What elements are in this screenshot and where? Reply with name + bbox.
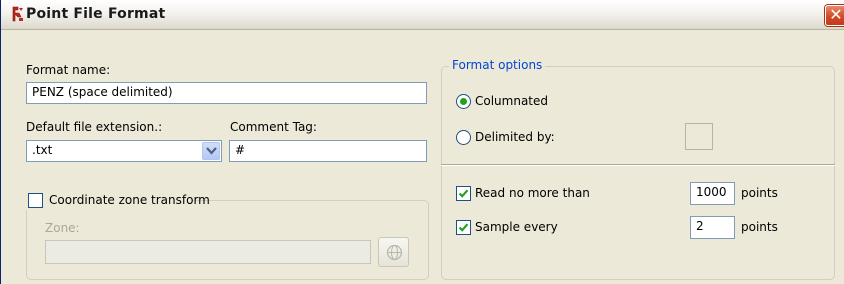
delimited-radio[interactable] (456, 130, 471, 145)
sample-unit: points (741, 220, 778, 234)
close-icon: ✕ (829, 5, 843, 24)
read-limit-label[interactable]: Read no more than (475, 186, 590, 200)
file-extension-select[interactable]: .txt (26, 140, 222, 162)
columnated-radio[interactable] (456, 94, 471, 109)
options-divider (441, 164, 835, 166)
read-limit-checkbox[interactable] (456, 186, 471, 201)
comment-tag-label: Comment Tag: (230, 120, 317, 134)
window-title: Point File Format (26, 6, 166, 22)
zone-input[interactable] (45, 240, 371, 264)
close-button[interactable]: ✕ (825, 5, 844, 26)
checkmark-icon (458, 189, 469, 198)
civil3d-app-icon (9, 5, 27, 25)
sample-input[interactable]: 2 (690, 216, 735, 239)
point-file-format-dialog: Point File Format ✕ Format name: PENZ (s… (0, 0, 844, 284)
file-extension-value: .txt (32, 143, 53, 157)
coordinate-zone-label: Coordinate zone transform (49, 193, 210, 207)
checkmark-icon (458, 223, 469, 232)
coordinate-zone-header: Coordinate zone transform (25, 192, 210, 210)
format-name-input[interactable]: PENZ (space delimited) (26, 82, 427, 104)
read-limit-input[interactable]: 1000 (690, 182, 735, 205)
delimited-label[interactable]: Delimited by: (475, 130, 555, 144)
comment-tag-input[interactable]: # (229, 140, 427, 162)
delimiter-input[interactable] (685, 123, 713, 150)
read-limit-unit: points (741, 186, 778, 200)
file-extension-label: Default file extension.: (26, 120, 163, 134)
format-name-label: Format name: (26, 63, 111, 77)
zone-label: Zone: (45, 221, 80, 235)
chevron-down-icon[interactable] (202, 142, 220, 160)
columnated-label[interactable]: Columnated (475, 94, 548, 108)
format-options-title: Format options (449, 58, 546, 72)
coordinate-zone-checkbox[interactable] (28, 193, 43, 208)
zone-picker-button[interactable] (378, 237, 409, 267)
title-bar[interactable]: Point File Format ✕ (1, 0, 844, 30)
sample-label[interactable]: Sample every (475, 220, 558, 234)
sample-checkbox[interactable] (456, 220, 471, 235)
radio-selected-dot (460, 98, 467, 105)
